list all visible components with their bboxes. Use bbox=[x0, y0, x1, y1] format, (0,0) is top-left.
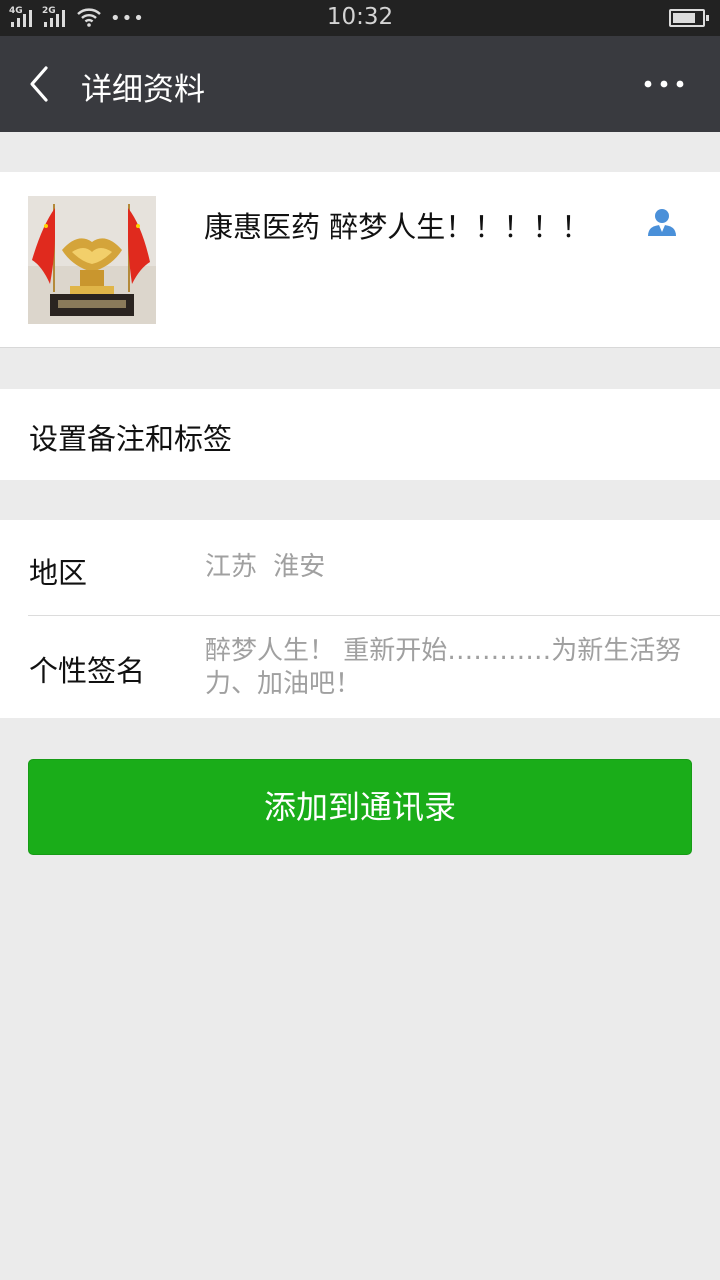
region-row: 地区 江苏 淮安 bbox=[0, 520, 720, 615]
page-title: 详细资料 bbox=[81, 72, 205, 108]
signature-value: 醉梦人生！ 重新开始…………为新生活努力、加油吧！ bbox=[205, 636, 682, 699]
region-value: 江苏 淮安 bbox=[205, 552, 326, 582]
region-label: 地区 bbox=[29, 556, 88, 590]
status-bar: 4G 2G ••• 10:32 bbox=[0, 0, 720, 36]
set-remark-and-tags-row[interactable]: 设置备注和标签 bbox=[0, 389, 720, 480]
info-section: 地区 江苏 淮安 个性签名 醉梦人生！ 重新开始…………为新生活努力、加油吧！ bbox=[0, 520, 720, 718]
avatar[interactable] bbox=[28, 196, 156, 324]
signature-row: 个性签名 醉梦人生！ 重新开始…………为新生活努力、加油吧！ bbox=[0, 616, 720, 718]
more-dots-icon[interactable] bbox=[640, 74, 688, 94]
remark-label: 设置备注和标签 bbox=[29, 422, 233, 456]
nav-bar: 详细资料 bbox=[0, 36, 720, 132]
add-to-contacts-button[interactable]: 添加到通讯录 bbox=[28, 759, 692, 855]
profile-card: 康惠医药 醉梦人生！！！！！ bbox=[0, 172, 720, 348]
status-time: 10:32 bbox=[326, 4, 394, 30]
contact-person-icon[interactable] bbox=[646, 206, 678, 238]
profile-name: 康惠医药 醉梦人生！！！！！ bbox=[204, 210, 591, 244]
chevron-left-icon[interactable] bbox=[24, 62, 54, 106]
battery-icon bbox=[669, 9, 709, 27]
signature-label: 个性签名 bbox=[29, 654, 146, 688]
